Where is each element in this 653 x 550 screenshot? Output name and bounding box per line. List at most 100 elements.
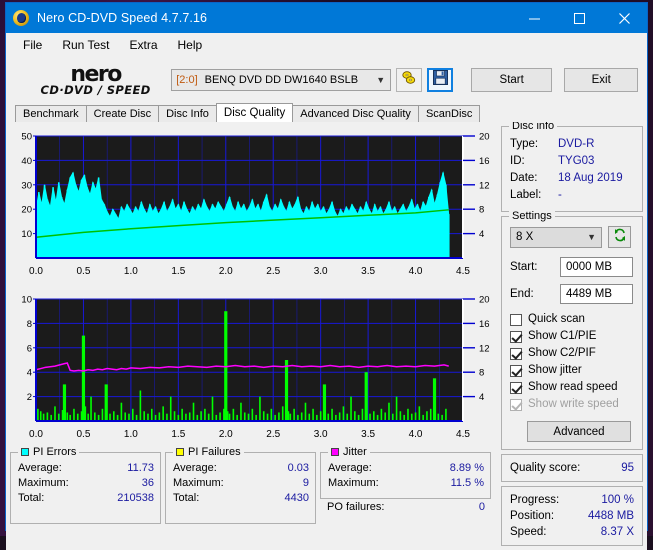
speed-label: Speed: [510,526,547,538]
pi-errors-maximum-row: Maximum: 36 [18,476,154,491]
charts-column: 10 20 30 40 50 4 8 12 16 20 0.0 0.5 1.0 1.5 2.0 2.5 3.0 3… [10,126,497,546]
svg-text:16: 16 [479,319,490,330]
jitter-stats-group: Jitter Average: 8.89 % Maximum: 11.5 % [320,446,491,499]
drive-name-label: BENQ DVD DD DW1640 BSLB [204,74,359,86]
jitter-color-swatch [331,448,339,456]
checkbox-show-jitter[interactable]: Show jitter [510,362,634,379]
speed-row: 8 X ▼ [510,226,634,248]
tab-scandisc[interactable]: ScanDisc [417,105,481,122]
pi-failures-maximum-row: Maximum: 9 [173,476,309,491]
disc-date-key: Date: [510,172,538,184]
jitter-maximum-key: Maximum: [328,477,379,489]
jitter-maximum-row: Maximum: 11.5 % [328,476,484,491]
quality-score-box: Quality score: 95 [501,454,643,482]
menu-item-file[interactable]: File [14,35,51,55]
disc-eject-icon [401,70,417,90]
svg-text:1.0: 1.0 [124,266,138,277]
checkbox-show-c1-pie-label: Show C1/PIE [528,330,597,342]
checkbox-show-c1-pie[interactable]: Show C1/PIE [510,328,634,345]
speed-select[interactable]: 8 X ▼ [510,226,602,248]
menu-item-help[interactable]: Help [169,35,212,55]
start-button[interactable]: Start [470,68,553,92]
settings-legend: Settings [509,210,555,222]
toolbar: nero CD·DVD ∕ SPEED [2:0] BENQ DVD DD DW… [6,57,647,103]
pi-failures-total-key: Total: [173,492,200,504]
exit-button[interactable]: Exit [564,68,639,92]
checkbox-show-write-speed-label: Show write speed [528,398,619,410]
start-input[interactable]: 0000 MB [560,257,633,277]
svg-text:12: 12 [479,180,490,191]
chevron-down-icon: ▼ [376,75,386,85]
svg-text:20: 20 [479,295,490,306]
title-bar: Nero CD-DVD Speed 4.7.7.16 [6,3,647,33]
pi-errors-total-key: Total: [18,492,45,504]
save-results-button[interactable] [427,68,453,92]
quality-score-value: 95 [621,462,634,474]
tab-create-disc[interactable]: Create Disc [85,105,160,122]
jitter-average-key: Average: [328,462,372,474]
quality-score-row: Quality score: 95 [510,460,634,476]
disc-quality-panel: 10 20 30 40 50 4 8 12 16 20 0.0 0.5 1.0 1.5 2.0 2.5 3.0 3… [6,120,647,550]
pi-failures-chart-svg: 2 4 6 8 10 4 8 12 16 20 0.0 0.5 1.0 1.5 2.0 2.5 3.0 3.5 4.… [21,295,490,441]
svg-text:4.0: 4.0 [409,266,423,277]
disc-eject-button[interactable] [396,68,423,92]
menu-item-run-test[interactable]: Run Test [53,35,118,55]
end-input[interactable]: 4489 MB [560,284,633,304]
quality-score-label: Quality score: [510,462,581,474]
maximize-button[interactable] [557,3,602,33]
pi-errors-total-row: Total: 210538 [18,491,154,506]
tab-disc-info[interactable]: Disc Info [158,105,217,122]
svg-text:30: 30 [21,180,32,191]
po-failures-label: PO failures: [327,501,385,513]
pi-failures-stats-group: PI Failures Average: 0.03 Maximum: 9 Tot… [165,446,316,524]
position-value: 4488 MB [587,510,634,522]
checkbox-quick-scan[interactable]: Quick scan [510,311,634,328]
pi-errors-stats-group: PI Errors Average: 11.73 Maximum: 36 Tot… [10,446,161,524]
disc-id-value: TYG03 [558,155,595,167]
svg-text:4: 4 [27,368,32,379]
checkbox-show-c2-pif[interactable]: Show C2/PIF [510,345,634,362]
pi-errors-average-row: Average: 11.73 [18,461,154,476]
disc-date-value: 18 Aug 2019 [558,172,623,184]
tab-advanced-disc-quality[interactable]: Advanced Disc Quality [292,105,419,122]
pi-failures-average-row: Average: 0.03 [173,461,309,476]
pi-failures-legend-label: PI Failures [188,446,241,458]
pi-failures-average-key: Average: [173,462,217,474]
disc-label-value: - [558,189,562,201]
menu-item-extra[interactable]: Extra [120,35,166,55]
svg-text:10: 10 [21,295,32,306]
minimize-button[interactable] [512,3,557,33]
nero-logo: nero CD·DVD ∕ SPEED [32,63,159,97]
checkbox-show-read-speed[interactable]: Show read speed [510,379,634,396]
settings-group: Settings 8 X ▼ Start: 0000 MB End: 4489 … [501,210,643,450]
progress-row: Progress: 100 % [510,492,634,508]
svg-text:0.5: 0.5 [76,266,90,277]
refresh-button[interactable] [608,226,631,248]
jitter-stats-wrap: Jitter Average: 8.89 % Maximum: 11.5 % P… [320,446,491,524]
tab-benchmark[interactable]: Benchmark [15,105,87,122]
jitter-legend-label: Jitter [343,446,367,458]
jitter-legend: Jitter [328,446,370,458]
svg-text:10: 10 [21,229,32,240]
svg-text:8: 8 [479,205,484,216]
svg-text:0.0: 0.0 [29,266,43,277]
disc-id-row: ID: TYG03 [510,153,634,170]
disc-id-key: ID: [510,155,525,167]
drive-id-label: [2:0] [176,74,198,86]
close-button[interactable] [602,3,647,33]
tab-disc-quality[interactable]: Disc Quality [215,103,294,122]
drive-select[interactable]: [2:0] BENQ DVD DD DW1640 BSLB ▼ [171,69,392,91]
svg-text:40: 40 [21,156,32,167]
start-field-label: Start: [510,261,538,273]
advanced-button[interactable]: Advanced [527,421,631,442]
statistics-row: PI Errors Average: 11.73 Maximum: 36 Tot… [10,446,497,524]
pi-errors-maximum-key: Maximum: [18,477,69,489]
svg-text:3.0: 3.0 [314,266,328,277]
disc-label-row: Label: - [510,187,634,204]
svg-text:2.0: 2.0 [219,429,233,440]
svg-text:20: 20 [21,205,32,216]
checkbox-show-write-speed-box [510,398,522,411]
pi-errors-total-value: 210538 [117,492,154,504]
checkbox-show-jitter-box [510,364,522,377]
svg-text:12: 12 [479,343,490,354]
